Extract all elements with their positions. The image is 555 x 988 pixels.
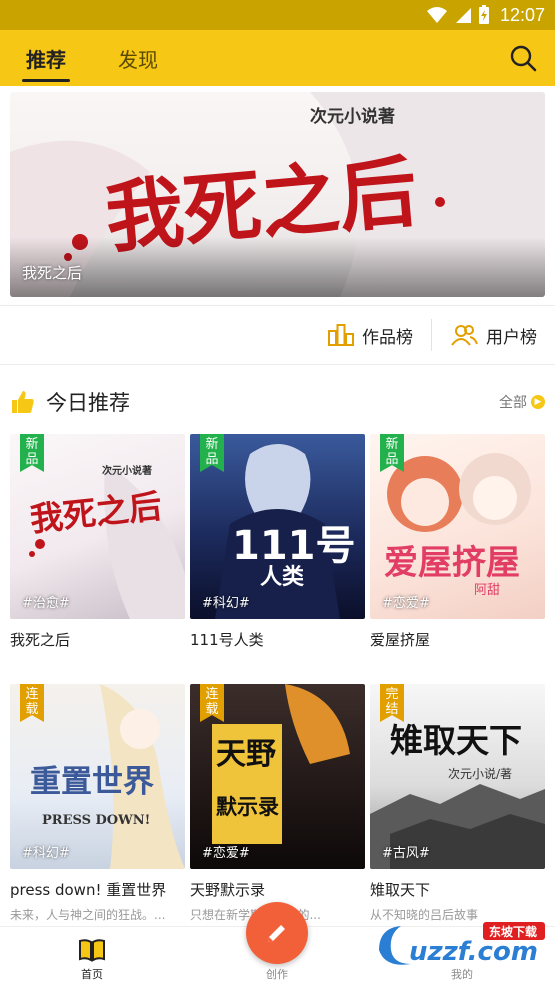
cover-author-text: 阿甜 xyxy=(474,582,500,598)
featured-banner[interactable]: 我死之后 次元小说著 我死之后 xyxy=(10,92,545,297)
genre-tag: #治愈# xyxy=(22,596,70,611)
see-all-label: 全部 xyxy=(499,395,527,411)
cover-subtitle-text: 人类 xyxy=(260,565,305,590)
watermark-logo: uzzf.com 东坡下载 xyxy=(379,922,545,967)
cover-title-text: 天野 xyxy=(216,737,276,772)
cover-title-text: 雉取天下 xyxy=(390,721,522,760)
cover-publisher-text: 次元小说著 xyxy=(102,464,152,477)
cover-subtitle-text: PRESS DOWN! xyxy=(42,813,150,828)
nav-create-label: 创作 xyxy=(266,968,288,981)
users-ranking-button[interactable]: 用户榜 xyxy=(432,317,555,353)
book-card[interactable]: 我死之后 次元小说著 新品 #治愈# 我死之后 xyxy=(10,434,185,650)
status-bar: 12:07 xyxy=(0,0,555,30)
banner-shade xyxy=(10,237,545,297)
cover-title-text: 爱屋挤屋 xyxy=(384,543,520,583)
book-open-icon xyxy=(79,939,105,962)
genre-tag: #恋爱# xyxy=(202,846,250,861)
book-title[interactable]: 爱屋挤屋 xyxy=(370,629,545,650)
book-cover[interactable]: 我死之后 次元小说著 新品 #治愈# xyxy=(10,434,185,619)
users-ranking-icon xyxy=(451,325,478,346)
cover-title-text: 重置世界 xyxy=(30,764,154,800)
section-title: 今日推荐 xyxy=(46,391,130,415)
book-title[interactable]: 天野默示录 xyxy=(190,879,365,900)
thumbs-up-icon xyxy=(12,391,34,413)
ranking-strip: 作品榜 用户榜 xyxy=(0,305,555,365)
users-ranking-label: 用户榜 xyxy=(486,327,537,348)
book-card[interactable]: 爱屋挤屋 阿甜 新品 #恋爱# 爱屋挤屋 xyxy=(370,434,545,650)
watermark-subtext: 东坡下载 xyxy=(489,924,537,939)
works-ranking-label: 作品榜 xyxy=(362,327,413,348)
book-card[interactable]: 天野 默示录 连载 #恋爱# 天野默示录 只想在新学期...生活的... xyxy=(190,684,365,923)
genre-tag: #恋爱# xyxy=(382,596,430,611)
cover-author-text: 次元小说/著 xyxy=(448,766,512,781)
nav-create-label-wrap[interactable]: 创作 xyxy=(237,966,317,982)
book-cover[interactable]: 111号 人类 新品 #科幻# xyxy=(190,434,365,619)
create-fab[interactable] xyxy=(246,902,308,964)
nav-home[interactable]: 首页 xyxy=(52,938,132,982)
book-title[interactable]: 我死之后 xyxy=(10,629,185,650)
genre-tag: #科幻# xyxy=(22,846,70,861)
search-icon[interactable] xyxy=(509,44,537,72)
chevron-right-icon: ▶ xyxy=(531,395,545,409)
clock: 12:07 xyxy=(499,4,545,25)
works-ranking-button[interactable]: 作品榜 xyxy=(310,317,431,353)
pencil-icon xyxy=(268,925,285,942)
see-all-link[interactable]: 全部 ▶ xyxy=(499,392,545,412)
book-description: 未来，人与神之间的狂战。... xyxy=(10,908,166,922)
book-cover[interactable]: 雉取天下 次元小说/著 完结 #古风# xyxy=(370,684,545,869)
cover-title-text: 111号 xyxy=(232,523,356,569)
book-cover[interactable]: 天野 默示录 连载 #恋爱# xyxy=(190,684,365,869)
works-ranking-icon xyxy=(328,324,354,346)
watermark-text: uzzf.com xyxy=(409,937,538,967)
battery-icon xyxy=(478,5,489,24)
wifi-icon xyxy=(426,7,447,23)
signal-icon xyxy=(455,8,471,23)
book-title[interactable]: 雉取天下 xyxy=(370,879,545,900)
banner-caption: 我死之后 xyxy=(22,264,83,282)
book-card[interactable]: 重置世界 PRESS DOWN! 连载 #科幻# press down! 重置世… xyxy=(10,684,185,923)
genre-tag: #古风# xyxy=(382,846,430,861)
today-recommend-header: 今日推荐 全部 ▶ xyxy=(0,380,555,424)
nav-home-label: 首页 xyxy=(81,968,103,981)
genre-tag: #科幻# xyxy=(202,596,250,611)
top-header: 推荐 发现 xyxy=(0,30,555,86)
book-cover[interactable]: 爱屋挤屋 阿甜 新品 #恋爱# xyxy=(370,434,545,619)
tab-discover[interactable]: 发现 xyxy=(118,30,158,86)
banner-publisher-mark: 次元小说著 xyxy=(310,106,395,127)
status-icons xyxy=(426,5,490,25)
cover-subtitle-text: 默示录 xyxy=(216,794,279,819)
book-card[interactable]: 111号 人类 新品 #科幻# 111号人类 xyxy=(190,434,365,650)
tab-recommend[interactable]: 推荐 xyxy=(22,30,70,86)
book-card[interactable]: 雉取天下 次元小说/著 完结 #古风# 雉取天下 从不知晓的吕后故事 xyxy=(370,684,545,923)
book-title[interactable]: 111号人类 xyxy=(190,629,365,650)
book-title[interactable]: press down! 重置世界 xyxy=(10,879,185,900)
book-cover[interactable]: 重置世界 PRESS DOWN! 连载 #科幻# xyxy=(10,684,185,869)
